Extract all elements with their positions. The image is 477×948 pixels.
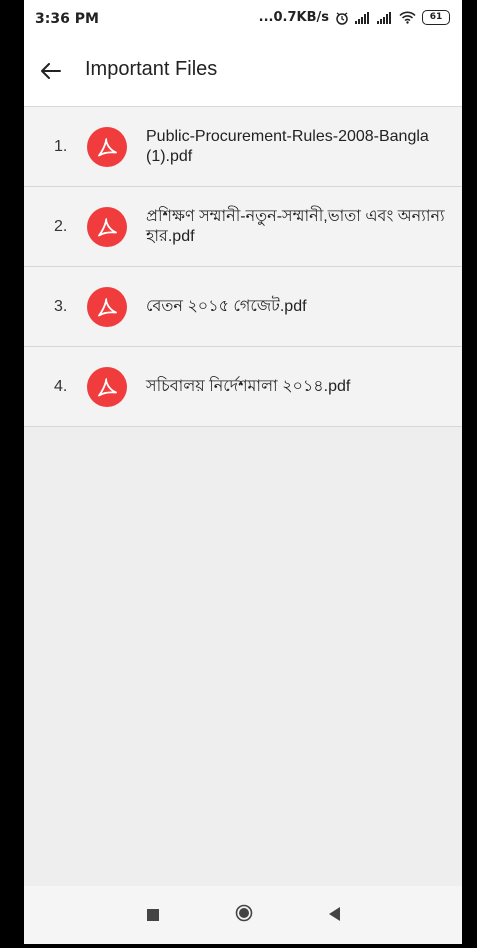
- signal-icon-2: [377, 11, 393, 24]
- system-nav-bar: [24, 886, 462, 944]
- back-nav-button[interactable]: [326, 906, 344, 924]
- item-number: 4.: [54, 377, 68, 395]
- recents-icon: [147, 906, 159, 925]
- pdf-icon: [87, 366, 127, 407]
- item-number: 2.: [54, 217, 68, 235]
- file-name: Public-Procurement-Rules-2008-Bangla (1)…: [146, 127, 429, 165]
- list-item[interactable]: 2. প্রশিক্ষণ সম্মানী-নতুন-সম্মানী,ভাতা এ…: [24, 187, 462, 267]
- app-bar: Important Files: [24, 40, 462, 107]
- status-icons: ...0.7KB/s 61: [259, 10, 450, 25]
- item-number: 3.: [54, 297, 68, 315]
- back-icon: [329, 906, 341, 925]
- network-speed: ...0.7KB/s: [258, 10, 329, 25]
- home-button[interactable]: [235, 904, 253, 926]
- status-time: 3:36 PM: [35, 11, 99, 27]
- file-name: সচিবালয় নির্দেশমালা ২০১৪.pdf: [146, 377, 351, 395]
- pdf-icon: [87, 286, 127, 327]
- device-frame: 3:36 PM ...0.7KB/s 61 Important Files 1.…: [0, 0, 477, 948]
- screen: 3:36 PM ...0.7KB/s 61 Important Files 1.…: [24, 0, 462, 944]
- file-list: 1. Public-Procurement-Rules-2008-Bangla …: [24, 107, 462, 427]
- page-title: Important Files: [85, 58, 218, 80]
- list-item[interactable]: 1. Public-Procurement-Rules-2008-Bangla …: [24, 107, 462, 187]
- file-name: প্রশিক্ষণ সম্মানী-নতুন-সম্মানী,ভাতা এবং …: [146, 207, 445, 245]
- pdf-icon: [87, 206, 127, 247]
- status-bar: 3:36 PM ...0.7KB/s 61: [24, 0, 462, 40]
- recents-button[interactable]: [144, 906, 162, 924]
- back-button[interactable]: [36, 58, 66, 88]
- item-number: 1.: [54, 137, 68, 155]
- home-icon: [235, 904, 253, 926]
- list-item[interactable]: 3. বেতন ২০১৫ গেজেট.pdf: [24, 267, 462, 347]
- battery-icon: 61: [422, 10, 450, 25]
- arrow-left-icon: [41, 63, 61, 83]
- pdf-icon: [87, 126, 127, 167]
- alarm-icon: [335, 11, 349, 25]
- signal-icon: [355, 11, 371, 24]
- wifi-icon: [399, 11, 416, 24]
- list-item[interactable]: 4. সচিবালয় নির্দেশমালা ২০১৪.pdf: [24, 347, 462, 427]
- file-name: বেতন ২০১৫ গেজেট.pdf: [146, 297, 307, 315]
